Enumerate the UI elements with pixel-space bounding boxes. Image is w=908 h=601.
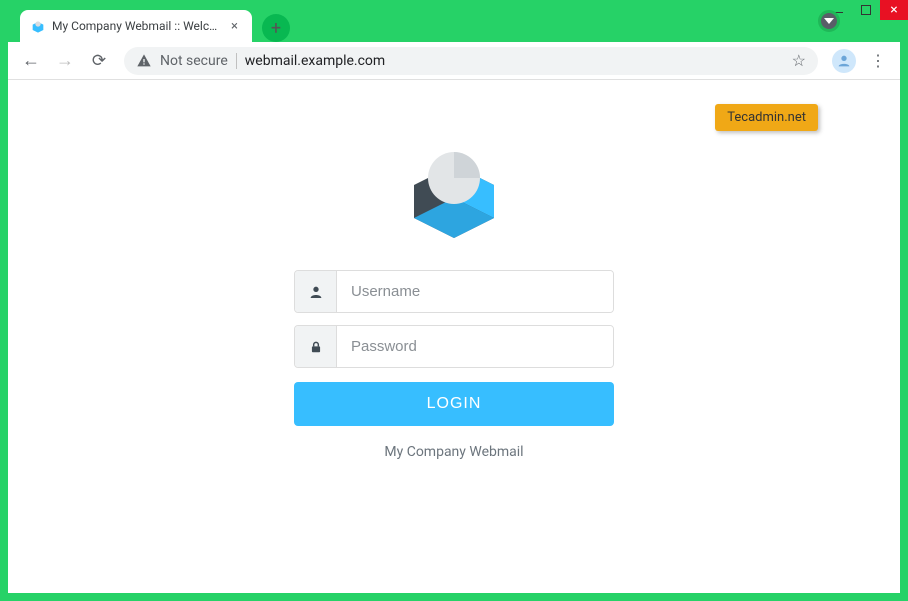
account-switcher-icon[interactable] [818,10,840,32]
password-input[interactable] [337,326,613,367]
browser-toolbar: Not secure webmail.example.com ☆ ⋮ [8,42,900,80]
overlay-badge: Tecadmin.net [715,104,818,131]
username-row [294,270,614,313]
browser-tab[interactable]: My Company Webmail :: Welcom × [20,10,252,42]
product-caption: My Company Webmail [294,444,614,460]
new-tab-button[interactable]: + [262,14,290,42]
nav-back-button[interactable] [16,46,46,76]
browser-menu-button[interactable]: ⋮ [864,47,892,75]
lock-icon [295,326,337,367]
nav-forward-button[interactable] [50,46,80,76]
user-icon [295,271,337,312]
username-input[interactable] [337,271,613,312]
password-row [294,325,614,368]
login-form: LOGIN My Company Webmail [294,270,614,460]
page-content: Tecadmin.net [8,80,900,593]
tab-close-icon[interactable]: × [227,17,242,36]
nav-reload-button[interactable] [84,46,114,76]
profile-avatar-icon[interactable] [832,49,856,73]
roundcube-logo-icon [394,140,514,240]
tab-title: My Company Webmail :: Welcom [52,19,221,33]
url-text: webmail.example.com [245,53,385,69]
tab-strip: My Company Webmail :: Welcom × + [8,8,900,42]
address-bar[interactable]: Not secure webmail.example.com ☆ [124,47,818,75]
login-button[interactable]: LOGIN [294,382,614,426]
separator [236,53,237,69]
bookmark-star-icon[interactable]: ☆ [792,51,806,70]
roundcube-favicon-icon [30,18,46,34]
not-secure-icon [136,53,152,69]
not-secure-label: Not secure [160,53,228,69]
